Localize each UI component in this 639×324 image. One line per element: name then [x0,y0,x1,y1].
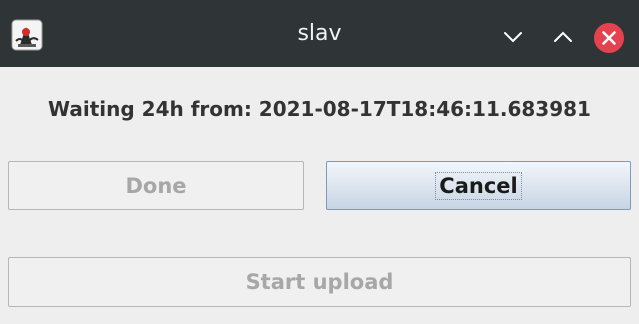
app-window: slav Waiting 24h from: 2021-08-17T18:46:… [0,0,639,324]
chevron-down-icon[interactable] [501,25,525,49]
start-upload-button-label: Start upload [245,270,394,294]
cancel-button-label: Cancel [435,171,522,200]
title-bar[interactable]: slav [0,0,639,67]
status-label: Waiting 24h from: 2021-08-17T18:46:11.68… [48,97,591,121]
done-button[interactable]: Done [8,161,304,210]
java-duke-icon [11,19,43,51]
chevron-up-icon[interactable] [551,25,575,49]
dialog-content: Waiting 24h from: 2021-08-17T18:46:11.68… [0,67,639,324]
done-button-label: Done [125,173,187,198]
start-upload-button[interactable]: Start upload [8,257,631,307]
window-title: slav [297,21,342,46]
close-icon[interactable] [593,22,625,54]
cancel-button[interactable]: Cancel [326,161,631,210]
